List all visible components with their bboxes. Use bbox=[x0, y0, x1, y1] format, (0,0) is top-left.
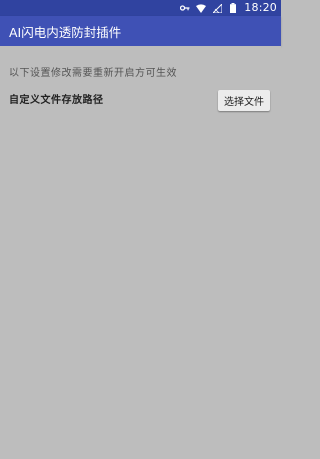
battery-icon bbox=[228, 3, 238, 13]
wifi-icon bbox=[196, 3, 207, 13]
app-bar: AI闪电内透防封插件 bbox=[0, 16, 281, 46]
choose-file-button[interactable]: 选择文件 bbox=[218, 90, 270, 111]
settings-content: 以下设置修改需要重新开启方可生效 自定义文件存放路径 选择文件 bbox=[0, 46, 281, 459]
app-title: AI闪电内透防封插件 bbox=[9, 24, 122, 40]
status-time: 18:20 bbox=[244, 1, 277, 14]
key-icon bbox=[180, 3, 190, 13]
restart-notice: 以下设置修改需要重新开启方可生效 bbox=[9, 68, 177, 79]
signal-icon bbox=[212, 3, 222, 13]
status-bar: 18:20 bbox=[0, 0, 281, 16]
custom-path-label: 自定义文件存放路径 bbox=[9, 95, 104, 106]
